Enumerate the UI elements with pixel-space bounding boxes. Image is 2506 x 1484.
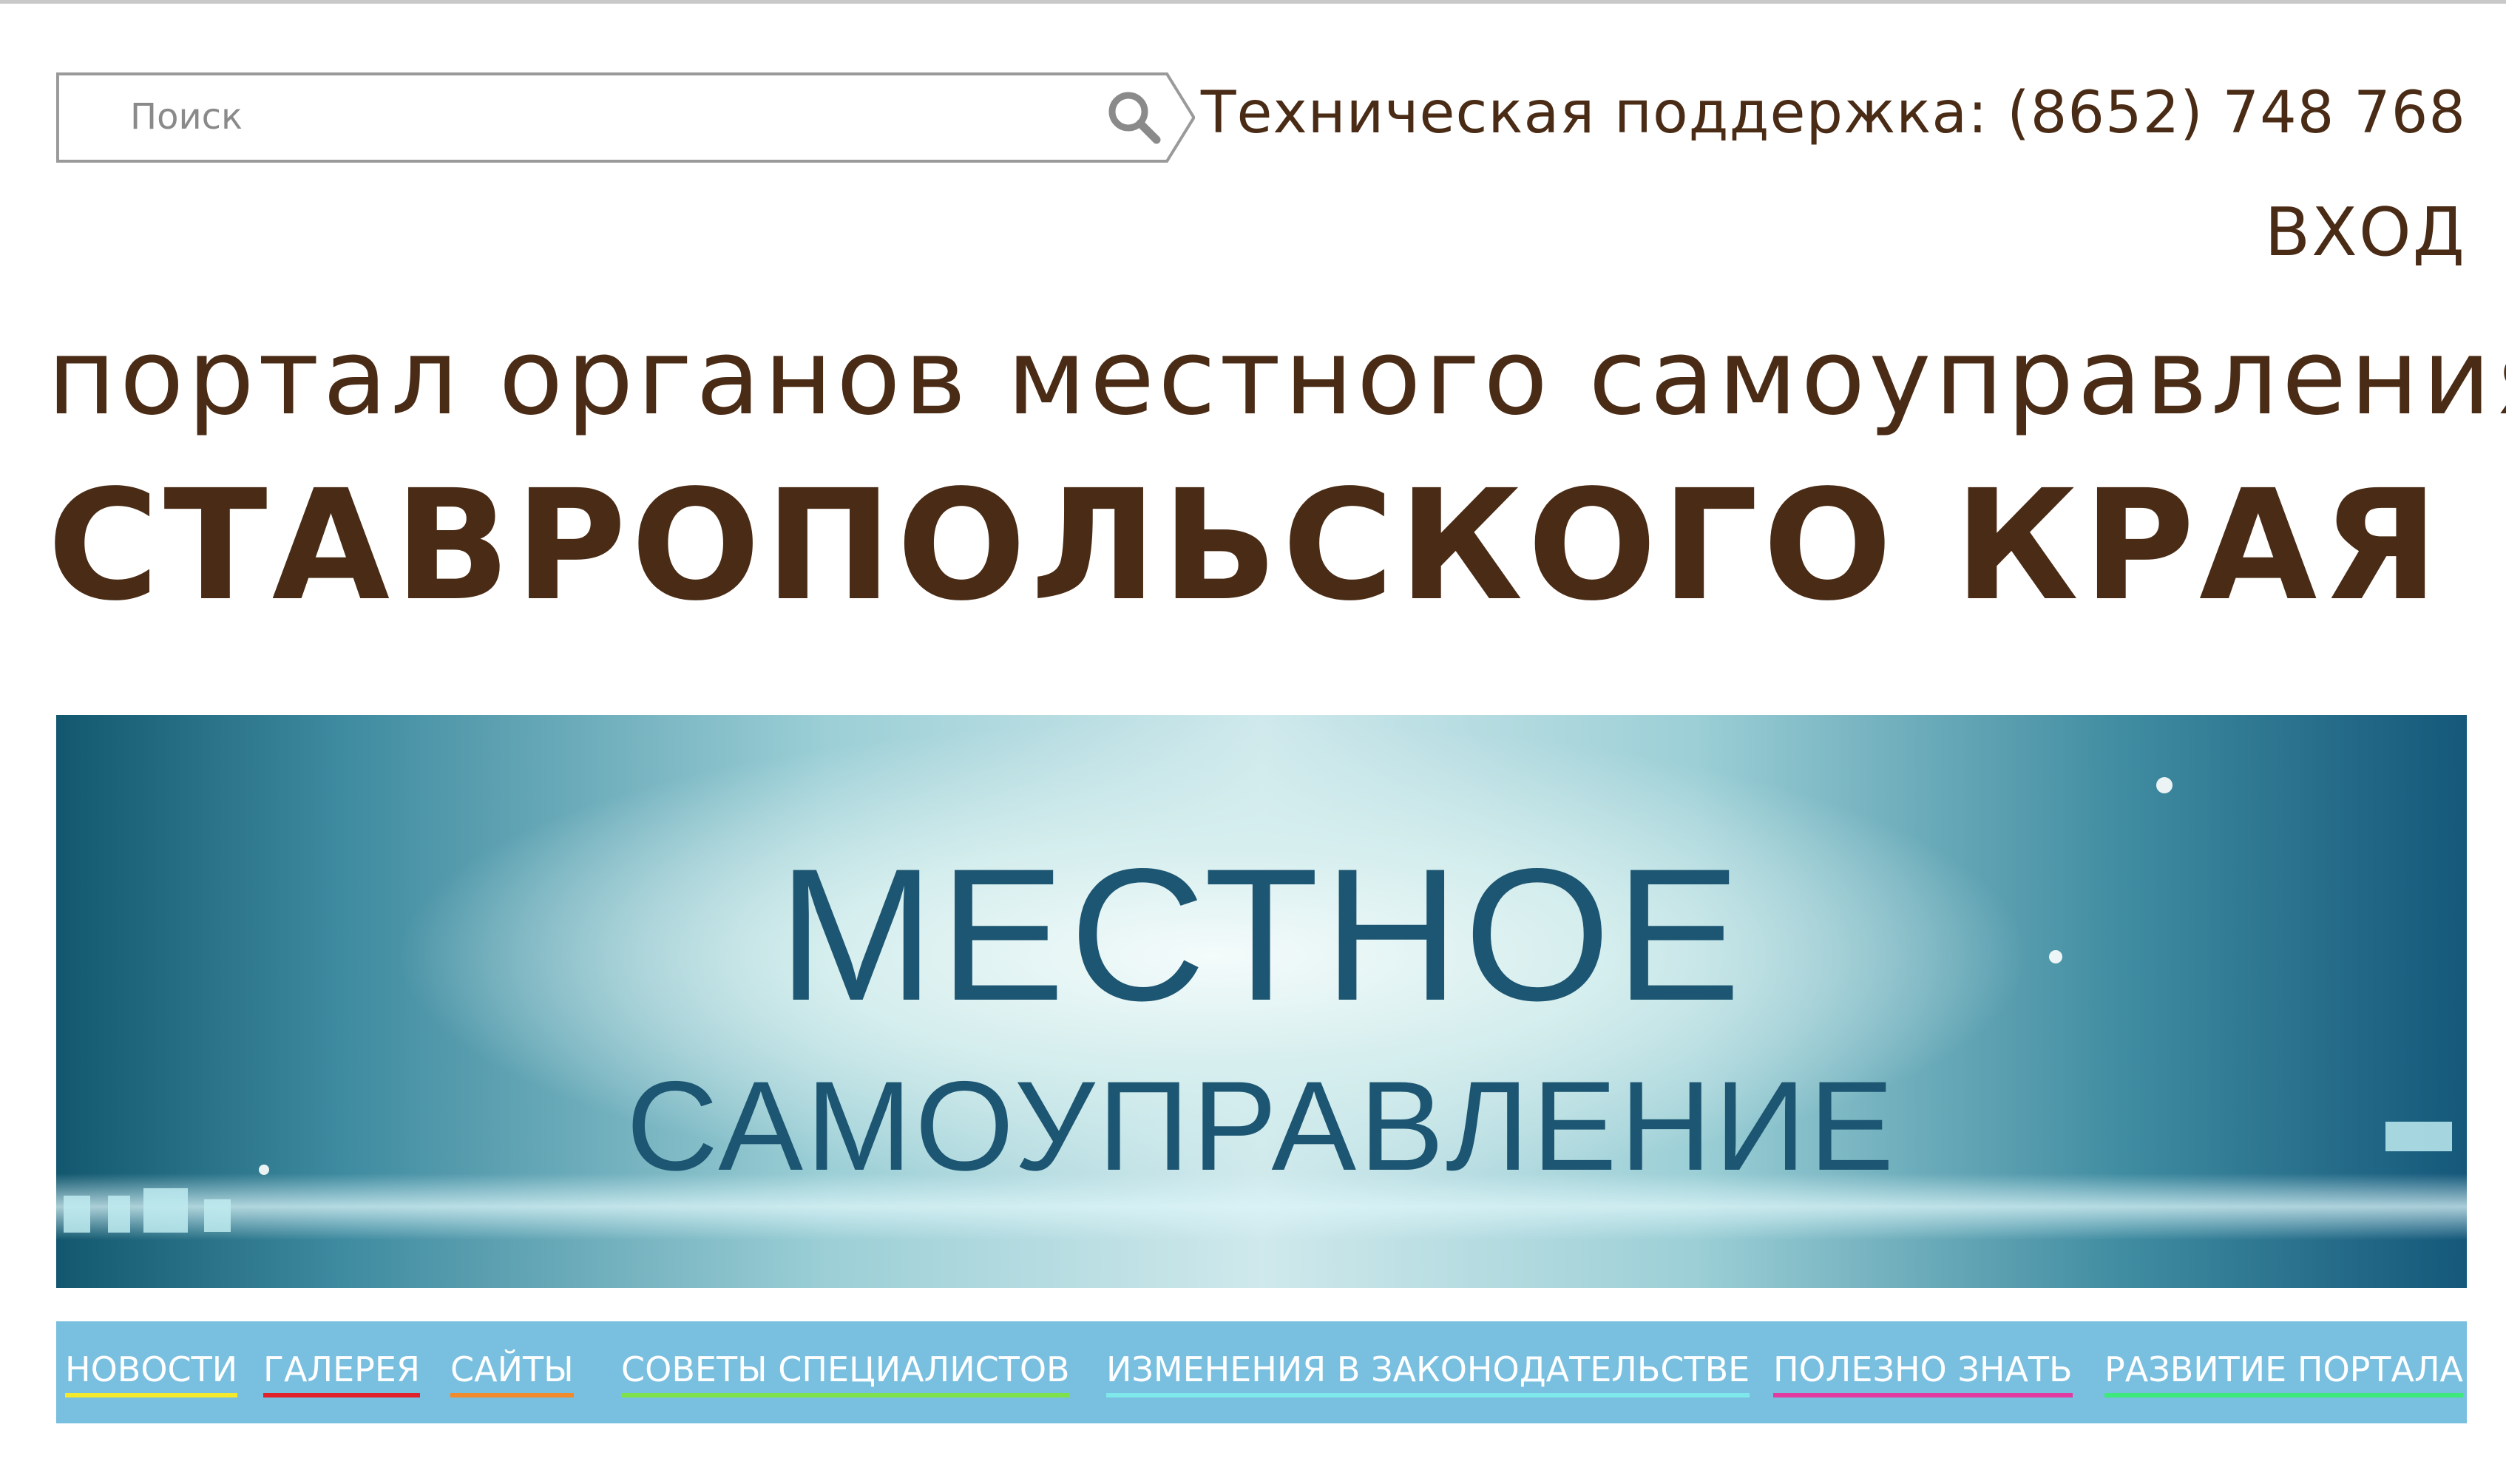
search-icon (1108, 92, 1161, 144)
search-box (56, 72, 1195, 163)
banner-light-block (143, 1188, 188, 1233)
banner-sparkle (2156, 777, 2173, 793)
portal-title: портал органов местного самоуправления (47, 316, 2506, 438)
nav-item-sites[interactable]: САЙТЫ (450, 1351, 574, 1397)
support-phone: Техническая поддержка: (8652) 748 768 (1200, 80, 2466, 146)
nav-item-news[interactable]: НОВОСТИ (65, 1351, 238, 1397)
top-divider (0, 0, 2506, 4)
login-link[interactable]: ВХОД (2264, 194, 2466, 271)
portal-region-title: СТАВРОПОЛЬСКОГО КРАЯ (47, 457, 2444, 634)
nav-item-expert-advice[interactable]: СОВЕТЫ СПЕЦИАЛИСТОВ (621, 1351, 1070, 1397)
nav-item-portal-development[interactable]: РАЗВИТИЕ ПОРТАЛА (2104, 1351, 2464, 1397)
banner-light-block (204, 1199, 231, 1232)
hero-banner: МЕСТНОЕ САМОУПРАВЛЕНИЕ (56, 715, 2467, 1288)
banner-title: МЕСТНОЕ (777, 830, 1746, 1040)
nav-item-gallery[interactable]: ГАЛЕРЕЯ (263, 1351, 420, 1397)
nav-item-useful-info[interactable]: ПОЛЕЗНО ЗНАТЬ (1773, 1351, 2073, 1397)
banner-light-block (64, 1196, 90, 1233)
main-nav: НОВОСТИ ГАЛЕРЕЯ САЙТЫ СОВЕТЫ СПЕЦИАЛИСТО… (56, 1321, 2467, 1423)
search-input[interactable] (78, 81, 1084, 152)
nav-item-legislation-changes[interactable]: ИЗМЕНЕНИЯ В ЗАКОНОДАТЕЛЬСТВЕ (1106, 1351, 1750, 1397)
search-button[interactable] (1099, 86, 1170, 149)
banner-light-block (108, 1196, 130, 1233)
banner-subtitle: САМОУПРАВЛЕНИЕ (626, 1055, 1897, 1197)
